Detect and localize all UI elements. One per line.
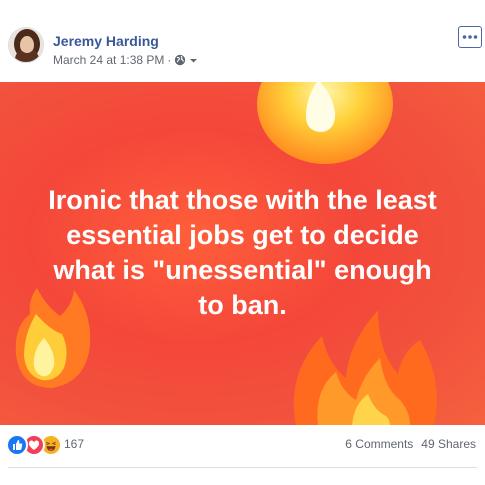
post-text: Ironic that those with the least essenti… [10,183,475,323]
reaction-count[interactable]: 167 [64,437,84,451]
post-text-line: essential jobs get to decide [66,220,419,250]
footer-divider [8,467,477,468]
post-text-line: what is "unessential" enough [53,255,432,285]
engagement-stats: 6 Comments 49 Shares [345,437,476,451]
post-meta: March 24 at 1:38 PM · [53,53,198,67]
fire-emoji-top-icon [257,82,393,164]
reactions-summary[interactable] [6,434,62,456]
fire-emoji-bottom-icon [293,310,437,425]
post-text-line: Ironic that those with the least [48,185,437,215]
post-timestamp[interactable]: March 24 at 1:38 PM [53,53,164,67]
shares-count-link[interactable]: 49 Shares [421,437,476,451]
like-icon [6,434,28,456]
author-name[interactable]: Jeremy Harding [53,33,159,49]
meta-separator: · [167,53,172,67]
post-footer: 167 6 Comments 49 Shares [0,425,485,485]
ellipsis-icon [462,35,478,39]
comments-count-link[interactable]: 6 Comments [345,437,413,451]
author-avatar[interactable] [8,27,44,63]
post-text-banner[interactable]: Ironic that those with the least essenti… [0,82,485,425]
post-header: Jeremy Harding March 24 at 1:38 PM · [0,0,485,82]
post-text-line: to ban. [198,290,287,320]
more-options-button[interactable] [458,26,482,48]
globe-icon [174,54,186,66]
caret-down-icon[interactable] [189,56,198,65]
